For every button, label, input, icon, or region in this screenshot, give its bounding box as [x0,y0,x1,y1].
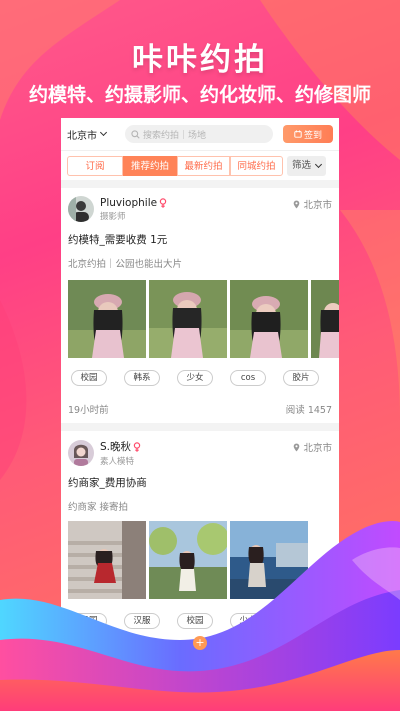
author-name: S.晚秋 [100,441,132,453]
tab-subscribe[interactable]: 订阅 [67,155,123,176]
tag[interactable]: cos [230,370,266,386]
post-photo[interactable] [68,521,146,599]
tag-list: 校园 韩系 少女 cos 胶片 [71,370,336,386]
plus-icon[interactable]: + [193,636,207,650]
city-label: 北京市 [67,130,97,142]
post-card[interactable]: S.晚秋 素人模特 北京市 约商家_费用协商 约商家 接寄拍 民国 汉服 校园 … [61,431,339,658]
author-name: Pluviophile [100,196,158,209]
avatar[interactable] [68,440,94,466]
post-location: 北京市 [293,197,332,211]
post-photo[interactable] [311,280,339,358]
post-title: 约模特_需要收费 1元 [68,234,168,246]
post-photo[interactable] [149,280,227,358]
post-photo[interactable] [230,521,308,599]
tag[interactable]: 汉服 [124,613,160,629]
tag[interactable]: 校园 [177,613,213,629]
photo-strip[interactable] [68,521,308,599]
location-pin-icon [294,443,300,451]
post-time: 19小时前 [68,405,109,416]
post-description: 约商家 接寄拍 [68,502,129,513]
chevron-down-icon [99,128,108,137]
location-pin-icon [294,200,300,208]
post-photo[interactable] [68,280,146,358]
post-card[interactable]: Pluviophile 摄影师 北京市 约模特_需要收费 1元 北京约拍｜公园也… [61,188,339,423]
tag-list: 民国 汉服 校园 少女 [71,613,283,629]
tag[interactable]: 少女 [177,370,213,386]
tag[interactable]: 少女 [230,613,266,629]
tab-local[interactable]: 同城约拍 [230,155,283,176]
author-role: 摄影师 [100,211,126,222]
banner-title: 咔咔约拍 [132,42,268,78]
search-icon [131,129,140,139]
sign-in-label: 签到 [303,130,322,141]
tab-bar: 订阅 推荐约拍 最新约拍 同城约拍 筛选 [61,150,339,180]
city-selector[interactable]: 北京市 [67,127,125,142]
post-author[interactable]: Pluviophile 摄影师 [68,196,167,222]
post-footer: 19小时前 阅读 1457 [68,402,332,416]
tab-latest[interactable]: 最新约拍 [177,155,230,176]
tag[interactable]: 民国 [71,613,107,629]
search-input[interactable]: 搜索约拍｜场地 [125,125,273,143]
top-bar: 北京市 搜索约拍｜场地 签到 [61,118,339,150]
post-description: 北京约拍｜公园也能出大片 [68,259,183,270]
app-screen: 北京市 搜索约拍｜场地 签到 订阅 推荐约拍 最新约拍 同城约拍 筛选 Pluv… [61,118,339,658]
post-photo[interactable] [149,521,227,599]
author-name-row: Pluviophile [100,197,167,209]
tag[interactable]: 韩系 [124,370,160,386]
filter-label: 筛选 [292,159,312,171]
photo-strip[interactable] [68,280,339,358]
search-placeholder: 搜索约拍｜场地 [143,130,207,141]
female-icon [133,441,141,452]
author-name-row: S.晚秋 [100,439,141,454]
avatar[interactable] [68,196,94,222]
post-title: 约商家_费用协商 [68,477,147,489]
sign-in-button[interactable]: 签到 [283,125,333,143]
read-count: 阅读 1457 [285,405,332,416]
filter-button[interactable]: 筛选 [287,155,327,176]
author-role: 素人模特 [100,457,135,467]
post-location: 北京市 [293,440,332,454]
tab-recommended[interactable]: 推荐约拍 [123,155,177,176]
chevron-down-icon [314,160,323,168]
tag[interactable]: 校园 [71,370,107,386]
calendar-icon [294,130,302,138]
banner-subtitle: 约模特、约摄影师、约化妆师、约修图师 [28,84,371,106]
female-icon [159,197,167,208]
post-photo[interactable] [230,280,308,358]
tag[interactable]: 胶片 [283,370,319,386]
post-author[interactable]: S.晚秋 素人模特 [68,439,141,467]
